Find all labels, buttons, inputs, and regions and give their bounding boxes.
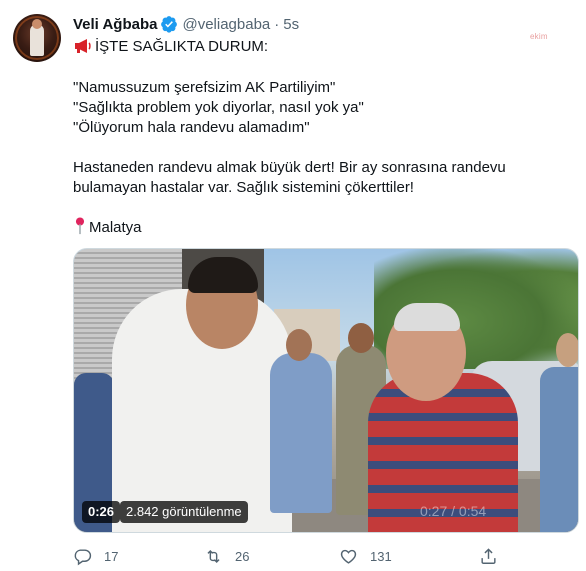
avatar-head <box>32 19 42 29</box>
megaphone-icon <box>73 38 93 60</box>
video-views-badge: 2.842 görüntülenme <box>120 501 248 523</box>
tweet-quote-1: "Namussuzum şerefsizim AK Partiliyim" <box>73 79 336 96</box>
video-person-right <box>540 367 578 532</box>
retweet-button[interactable]: 26 <box>204 545 249 567</box>
video-player[interactable]: 0:27 / 0:54 0:26 2.842 görüntülenme <box>73 248 579 533</box>
share-button[interactable] <box>479 545 498 567</box>
round-pushpin-icon <box>73 217 87 241</box>
tweet-quote-2: "Sağlıkta problem yok diyorlar, nasıl yo… <box>73 99 364 116</box>
tweet-paragraph-line-1: Hastaneden randevu almak büyük dert! Bir… <box>73 159 506 176</box>
header-separator: · <box>274 15 280 33</box>
like-count: 131 <box>370 548 392 564</box>
tweet-actions: 17 26 131 <box>73 545 579 569</box>
tweet-heading-line: İŞTE SAĞLIKTA DURUM: <box>73 37 573 60</box>
retweet-icon <box>207 549 220 563</box>
video-person-blue-shirt-head <box>286 329 312 361</box>
tweet[interactable]: Veli Ağbaba @veliagbaba · 5s ekim İŞTE S… <box>0 0 586 571</box>
share-icon <box>481 547 496 564</box>
reply-button[interactable]: 17 <box>73 545 118 567</box>
video-duration-badge: 0:26 <box>82 501 121 523</box>
tweet-location-line: Malatya <box>73 217 573 241</box>
video-person-right-head <box>556 333 578 367</box>
video-person-striped-shirt-hair <box>394 303 460 331</box>
author-name[interactable]: Veli Ağbaba <box>73 16 157 33</box>
video-person-blue-shirt <box>270 353 332 513</box>
tweet-heading: İŞTE SAĞLIKTA DURUM: <box>95 38 269 55</box>
heart-icon <box>340 549 357 564</box>
avatar[interactable] <box>13 14 61 62</box>
retweet-count: 26 <box>235 548 250 564</box>
tweet-location: Malatya <box>89 219 142 236</box>
author-handle[interactable]: @veliagbaba <box>182 16 270 33</box>
tweet-header: Veli Ağbaba @veliagbaba · 5s <box>73 14 299 34</box>
verified-badge-icon <box>160 15 178 33</box>
reply-icon <box>74 548 92 565</box>
reply-count: 17 <box>104 548 119 564</box>
like-button[interactable]: 131 <box>339 545 392 567</box>
video-person-olive-shirt-head <box>348 323 374 353</box>
tweet-time[interactable]: 5s <box>283 16 299 33</box>
tweet-paragraph-line-2: bulamayan hastalar var. Sağlık sistemini… <box>73 179 414 196</box>
video-ghost-timestamp: 0:27 / 0:54 <box>420 503 487 519</box>
tweet-quote-3: "Ölüyorum hala randevu alamadım" <box>73 119 310 136</box>
